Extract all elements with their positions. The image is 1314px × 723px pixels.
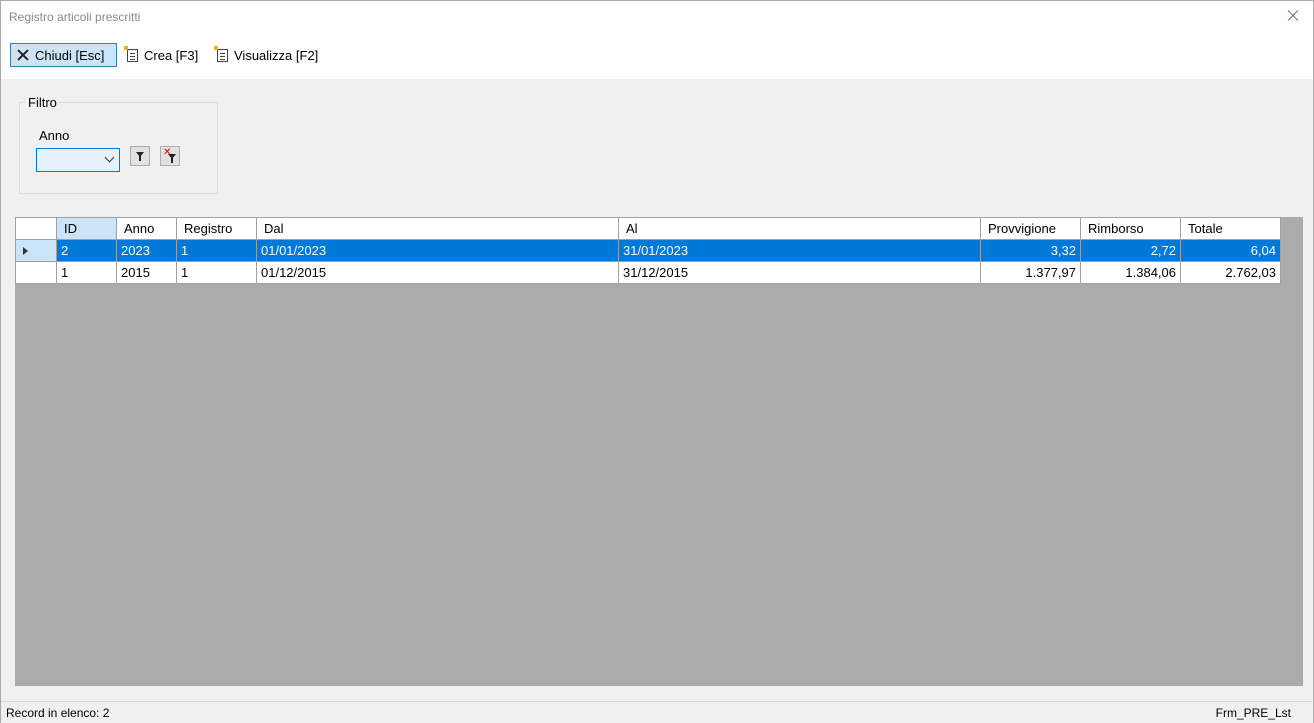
records-grid: ID Anno Registro Dal Al Provvigione Rimb… (15, 217, 1303, 686)
cell-total[interactable]: 2.762,03 (1180, 261, 1281, 284)
apply-filter-button[interactable] (130, 146, 150, 166)
clear-filter-button[interactable]: ✕ (160, 146, 180, 166)
clear-filter-icon (168, 154, 176, 163)
cell-to[interactable]: 31/01/2023 (618, 239, 981, 262)
cell-id[interactable]: 2 (56, 239, 117, 262)
column-header-from[interactable]: Dal (256, 217, 619, 240)
filter-icon (136, 152, 144, 161)
form-name: Frm_PRE_Lst (1215, 706, 1291, 720)
records-table: ID Anno Registro Dal Al Provvigione Rimb… (15, 217, 1281, 284)
cell-id[interactable]: 1 (56, 261, 117, 284)
year-select[interactable] (36, 148, 120, 172)
table-row[interactable]: 2 2023 1 01/01/2023 31/01/2023 3,32 2,72… (15, 239, 1281, 262)
column-header-total[interactable]: Totale (1180, 217, 1281, 240)
toolbar: Chiudi [Esc] Crea [F3] Visualizza [F2] (1, 33, 1313, 79)
cell-from[interactable]: 01/12/2015 (256, 261, 619, 284)
row-header-corner (15, 217, 57, 240)
column-header-year[interactable]: Anno (116, 217, 177, 240)
cell-year[interactable]: 2023 (116, 239, 177, 262)
new-document-icon (124, 45, 138, 62)
title-bar: Registro articoli prescritti (1, 1, 1313, 33)
row-header[interactable] (15, 239, 57, 262)
column-header-refund[interactable]: Rimborso (1080, 217, 1181, 240)
cell-from[interactable]: 01/01/2023 (256, 239, 619, 262)
cell-register[interactable]: 1 (176, 261, 257, 284)
close-button-label: Chiudi [Esc] (35, 47, 105, 63)
close-button[interactable]: Chiudi [Esc] (10, 43, 117, 67)
cell-commission[interactable]: 1.377,97 (980, 261, 1081, 284)
filter-groupbox: Filtro Anno ✕ (19, 95, 218, 194)
column-header-id[interactable]: ID (56, 217, 117, 240)
cell-year[interactable]: 2015 (116, 261, 177, 284)
view-button-label: Visualizza [F2] (234, 47, 319, 63)
column-header-register[interactable]: Registro (176, 217, 257, 240)
cell-commission[interactable]: 3,32 (980, 239, 1081, 262)
status-bar: Record in elenco: 2 Frm_PRE_Lst (1, 701, 1313, 723)
filter-legend: Filtro (26, 95, 59, 110)
cell-refund[interactable]: 1.384,06 (1080, 261, 1181, 284)
create-button-label: Crea [F3] (144, 47, 199, 63)
column-header-commission[interactable]: Provvigione (980, 217, 1081, 240)
cell-register[interactable]: 1 (176, 239, 257, 262)
close-icon (15, 47, 31, 63)
row-header[interactable] (15, 261, 57, 284)
year-label: Anno (39, 128, 70, 143)
column-header-to[interactable]: Al (618, 217, 981, 240)
cell-refund[interactable]: 2,72 (1080, 239, 1181, 262)
close-window-icon[interactable] (1281, 5, 1305, 27)
main-window: Registro articoli prescritti Chiudi [Esc… (0, 0, 1314, 723)
create-button[interactable]: Crea [F3] (120, 43, 203, 67)
chevron-down-icon (104, 152, 115, 163)
table-header-row: ID Anno Registro Dal Al Provvigione Rimb… (15, 217, 1281, 240)
view-button[interactable]: Visualizza [F2] (210, 43, 323, 67)
table-row[interactable]: 1 2015 1 01/12/2015 31/12/2015 1.377,97 … (15, 261, 1281, 284)
record-count: Record in elenco: 2 (6, 706, 110, 720)
window-title: Registro articoli prescritti (9, 10, 141, 24)
cell-total[interactable]: 6,04 (1180, 239, 1281, 262)
current-row-arrow-icon (23, 247, 28, 255)
cell-to[interactable]: 31/12/2015 (618, 261, 981, 284)
view-document-icon (214, 45, 228, 62)
